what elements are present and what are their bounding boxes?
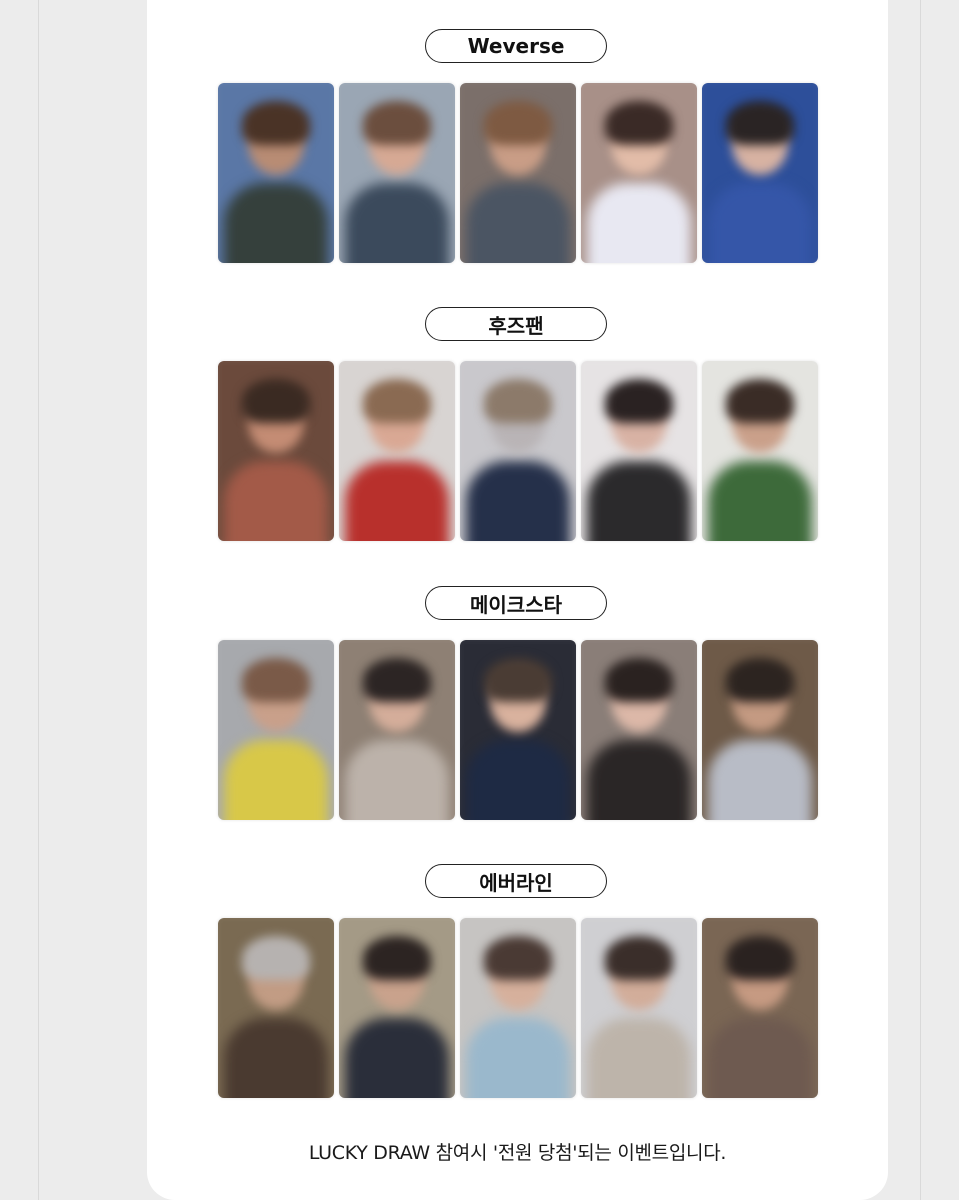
photocard-image <box>702 83 818 263</box>
photocard-image <box>581 83 697 263</box>
photocard-image <box>702 918 818 1098</box>
photocard-image <box>218 640 334 820</box>
section-label-pill: Weverse <box>425 29 607 63</box>
photocard-image <box>460 918 576 1098</box>
photocard-image <box>460 361 576 541</box>
photocard-image <box>581 640 697 820</box>
photocard-image <box>339 83 455 263</box>
photocard-image <box>339 918 455 1098</box>
photocard-row <box>218 83 818 263</box>
photocard-image <box>460 83 576 263</box>
photocard-image <box>702 361 818 541</box>
photocard-image <box>460 640 576 820</box>
section-label-pill: 메이크스타 <box>425 586 607 620</box>
photocard-image <box>218 361 334 541</box>
photocard-row <box>218 361 818 541</box>
photocard-image <box>581 918 697 1098</box>
section-label-pill: 후즈팬 <box>425 307 607 341</box>
event-content-panel: Weverse 후즈팬 메이크스타 에버라인 LUCKY DRAW 참여시 '전… <box>147 0 888 1200</box>
photocard-image <box>218 83 334 263</box>
photocard-image <box>339 361 455 541</box>
section-label-pill: 에버라인 <box>425 864 607 898</box>
photocard-image <box>581 361 697 541</box>
photocard-row <box>218 918 818 1098</box>
photocard-row <box>218 640 818 820</box>
photocard-image <box>218 918 334 1098</box>
photocard-image <box>339 640 455 820</box>
photocard-image <box>702 640 818 820</box>
page-frame: Weverse 후즈팬 메이크스타 에버라인 LUCKY DRAW 참여시 '전… <box>38 0 921 1200</box>
lucky-draw-notice: LUCKY DRAW 참여시 '전원 당첨'되는 이벤트입니다. <box>308 1142 727 1164</box>
